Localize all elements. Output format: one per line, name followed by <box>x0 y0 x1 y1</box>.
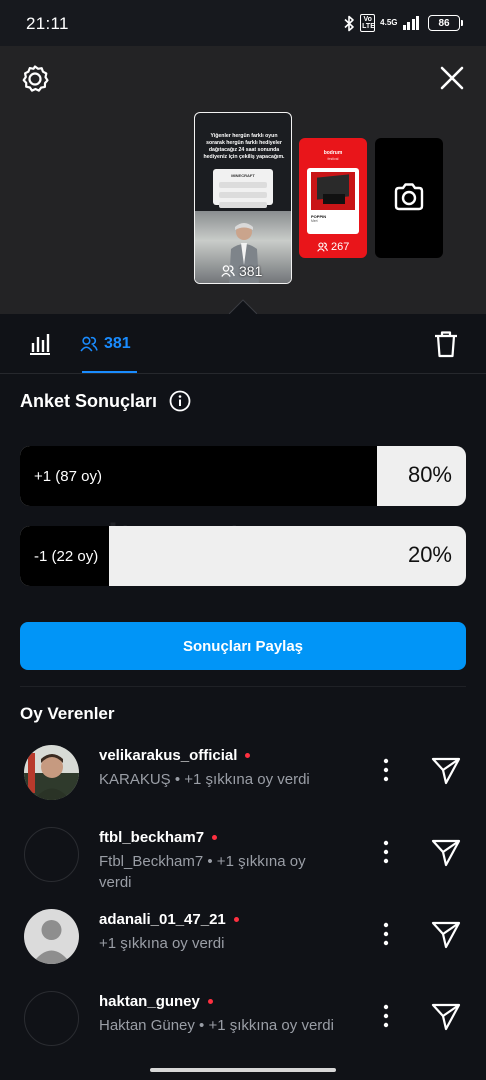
people-icon <box>317 242 328 252</box>
song-artist: Mert <box>311 219 318 223</box>
more-options-icon[interactable] <box>378 839 394 865</box>
status-time: 21:11 <box>26 14 69 33</box>
send-icon[interactable] <box>431 921 461 949</box>
voter-row[interactable]: adanali_01_47_21 +1 şıkkına oy verdi <box>0 909 486 989</box>
status-icons: Vo LTE 4.5G 86 <box>343 14 463 32</box>
username-text: velikarakus_official <box>99 747 238 764</box>
send-icon[interactable] <box>431 757 461 785</box>
network-label: 4.5G <box>380 18 398 27</box>
more-options-icon[interactable] <box>378 757 394 783</box>
story-caption: Yiğenler hergün farklı oyun sorarak herg… <box>203 133 285 160</box>
tab-voters[interactable]: 381 <box>80 332 131 356</box>
results-title-text: Anket Sonuçları <box>20 390 158 411</box>
voter-subtitle: Haktan Güney • +1 şıkkına oy verdi <box>99 1017 334 1034</box>
voter-subtitle: +1 şıkkına oy verdi <box>99 935 225 952</box>
volte-badge: Vo LTE <box>360 14 376 32</box>
voter-row[interactable]: velikarakus_official KARAKUŞ • +1 şıkkın… <box>0 745 486 825</box>
story-count-label-2: 267 <box>331 241 350 253</box>
more-options-icon[interactable] <box>378 1003 394 1029</box>
voters-title: Oy Verenler <box>20 704 115 723</box>
battery-icon: 86 <box>428 15 463 31</box>
people-icon <box>80 336 98 352</box>
username-text: ftbl_beckham7 <box>99 829 205 846</box>
username-text: haktan_guney <box>99 993 200 1010</box>
voters-count: 381 <box>104 335 131 352</box>
voter-username: haktan_guney <box>99 993 213 1010</box>
voter-username: adanali_01_47_21 <box>99 911 239 928</box>
story-quiz-card: MINECRAFT <box>213 169 273 208</box>
voter-subtitle: Ftbl_Beckham7 • +1 şıkkına oy verdi <box>99 853 306 891</box>
voter-subtitle: KARAKUŞ • +1 şıkkına oy verdi <box>99 771 310 788</box>
voter-row[interactable]: haktan_guney Haktan Güney • +1 şıkkına o… <box>0 991 486 1071</box>
story-thumbnail-active[interactable]: Yiğenler hergün farklı oyun sorarak herg… <box>194 112 292 284</box>
add-story-button[interactable] <box>375 138 443 258</box>
voter-username: velikarakus_official <box>99 747 251 764</box>
new-indicator <box>207 999 213 1004</box>
camera-icon <box>394 183 424 211</box>
status-bar: 21:11 Vo LTE 4.5G 86 <box>0 0 486 46</box>
story-preview-area: Yiğenler hergün farklı oyun sorarak herg… <box>0 46 486 314</box>
close-icon[interactable] <box>438 64 466 92</box>
active-tab-indicator <box>82 371 137 373</box>
avatar[interactable] <box>24 745 79 800</box>
battery-level: 86 <box>438 17 450 29</box>
people-icon <box>221 265 235 277</box>
share-results-button[interactable]: Sonuçları Paylaş <box>20 622 466 670</box>
poll-option-label: -1 (22 oy) <box>34 548 99 565</box>
poll-option-2: -1 (22 oy) 20% <box>20 526 466 586</box>
voter-username: ftbl_beckham7 <box>99 829 218 846</box>
new-indicator <box>245 753 251 758</box>
send-icon[interactable] <box>431 839 461 867</box>
username-text: adanali_01_47_21 <box>99 911 226 928</box>
poll-option-1: +1 (87 oy) 80% <box>20 446 466 506</box>
bluetooth-icon <box>344 15 354 31</box>
story-brand-sub: festival <box>327 157 339 161</box>
trash-icon[interactable] <box>433 330 459 358</box>
bar-chart-icon[interactable] <box>28 332 52 356</box>
voter-row[interactable]: ftbl_beckham7 Ftbl_Beckham7 • +1 şıkkına… <box>0 827 486 907</box>
quiz-card-header: MINECRAFT <box>231 173 255 178</box>
new-indicator <box>212 835 218 840</box>
poll-option-percent: 80% <box>407 462 452 487</box>
story-brand: bodrum <box>323 150 343 156</box>
settings-icon[interactable] <box>20 64 50 94</box>
info-icon[interactable] <box>169 390 191 412</box>
send-icon[interactable] <box>431 1003 461 1031</box>
signal-icon <box>402 16 419 30</box>
avatar[interactable] <box>24 827 79 882</box>
album-cover <box>311 172 355 210</box>
divider <box>20 686 466 687</box>
results-tab-bar: 381 <box>0 314 486 374</box>
avatar[interactable] <box>24 991 79 1046</box>
new-indicator <box>233 917 239 922</box>
default-avatar-icon[interactable] <box>24 909 79 964</box>
poll-option-label: +1 (87 oy) <box>34 468 102 485</box>
story-viewer-count-2: 267 <box>317 241 349 253</box>
music-card: POPPIN Mert <box>307 168 359 234</box>
home-indicator[interactable] <box>150 1068 336 1072</box>
more-options-icon[interactable] <box>378 921 394 947</box>
story-viewer-count: 381 <box>221 263 262 279</box>
story-count-label: 381 <box>239 263 263 279</box>
story-thumbnail-2[interactable]: bodrum festival POPPIN Mert 267 <box>299 138 367 258</box>
poll-option-percent: 20% <box>407 542 452 567</box>
results-title: Anket Sonuçları <box>20 390 191 412</box>
selection-pointer <box>229 299 257 314</box>
